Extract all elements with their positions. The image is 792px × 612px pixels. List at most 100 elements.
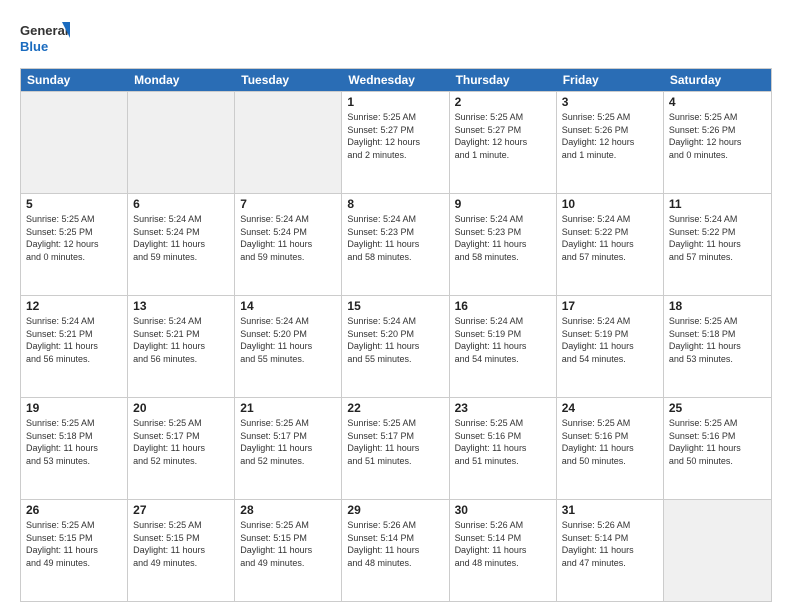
calendar: SundayMondayTuesdayWednesdayThursdayFrid… xyxy=(20,68,772,602)
day-number: 25 xyxy=(669,401,766,415)
cal-cell: 1 Sunrise: 5:25 AM Sunset: 5:27 PM Daylig… xyxy=(342,92,449,193)
day-info: Sunrise: 5:26 AM Sunset: 5:14 PM Dayligh… xyxy=(347,519,443,569)
cal-cell xyxy=(21,92,128,193)
day-number: 11 xyxy=(669,197,766,211)
cal-cell: 16 Sunrise: 5:24 AM Sunset: 5:19 PM Dayli… xyxy=(450,296,557,397)
day-number: 17 xyxy=(562,299,658,313)
day-number: 13 xyxy=(133,299,229,313)
day-info: Sunrise: 5:24 AM Sunset: 5:22 PM Dayligh… xyxy=(669,213,766,263)
cal-cell: 3Sunrise: 5:25 AM Sunset: 5:26 PM Daylig… xyxy=(557,92,664,193)
week-row-1: 5Sunrise: 5:25 AM Sunset: 5:25 PM Daylig… xyxy=(21,193,771,295)
calendar-body: 1 Sunrise: 5:25 AM Sunset: 5:27 PM Daylig… xyxy=(21,91,771,601)
logo-svg: GeneralBlue xyxy=(20,18,70,58)
cal-cell xyxy=(235,92,342,193)
day-number: 1 xyxy=(347,95,443,109)
header-day-thursday: Thursday xyxy=(450,69,557,91)
day-number: 14 xyxy=(240,299,336,313)
day-info: Sunrise: 5:25 AM Sunset: 5:16 PM Dayligh… xyxy=(562,417,658,467)
day-info: Sunrise: 5:25 AM Sunset: 5:16 PM Dayligh… xyxy=(669,417,766,467)
day-info: Sunrise: 5:24 AM Sunset: 5:24 PM Dayligh… xyxy=(133,213,229,263)
cal-cell: 6 Sunrise: 5:24 AM Sunset: 5:24 PM Daylig… xyxy=(128,194,235,295)
day-number: 27 xyxy=(133,503,229,517)
cal-cell: 7 Sunrise: 5:24 AM Sunset: 5:24 PM Daylig… xyxy=(235,194,342,295)
day-info: Sunrise: 5:24 AM Sunset: 5:22 PM Dayligh… xyxy=(562,213,658,263)
cal-cell xyxy=(664,500,771,601)
day-info: Sunrise: 5:24 AM Sunset: 5:20 PM Dayligh… xyxy=(240,315,336,365)
day-info: Sunrise: 5:25 AM Sunset: 5:17 PM Dayligh… xyxy=(133,417,229,467)
day-info: Sunrise: 5:25 AM Sunset: 5:17 PM Dayligh… xyxy=(240,417,336,467)
week-row-4: 26 Sunrise: 5:25 AM Sunset: 5:15 PM Dayli… xyxy=(21,499,771,601)
day-info: Sunrise: 5:25 AM Sunset: 5:27 PM Dayligh… xyxy=(347,111,443,161)
day-info: Sunrise: 5:26 AM Sunset: 5:14 PM Dayligh… xyxy=(562,519,658,569)
day-number: 16 xyxy=(455,299,551,313)
day-number: 10 xyxy=(562,197,658,211)
cal-cell: 18 Sunrise: 5:25 AM Sunset: 5:18 PM Dayli… xyxy=(664,296,771,397)
cal-cell: 30 Sunrise: 5:26 AM Sunset: 5:14 PM Dayli… xyxy=(450,500,557,601)
day-info: Sunrise: 5:25 AM Sunset: 5:18 PM Dayligh… xyxy=(669,315,766,365)
cal-cell: 22Sunrise: 5:25 AM Sunset: 5:17 PM Dayli… xyxy=(342,398,449,499)
day-info: Sunrise: 5:25 AM Sunset: 5:15 PM Dayligh… xyxy=(26,519,122,569)
day-info: Sunrise: 5:25 AM Sunset: 5:25 PM Dayligh… xyxy=(26,213,122,263)
cal-cell: 11 Sunrise: 5:24 AM Sunset: 5:22 PM Dayli… xyxy=(664,194,771,295)
day-number: 24 xyxy=(562,401,658,415)
day-number: 26 xyxy=(26,503,122,517)
header-day-monday: Monday xyxy=(128,69,235,91)
day-number: 19 xyxy=(26,401,122,415)
day-info: Sunrise: 5:25 AM Sunset: 5:16 PM Dayligh… xyxy=(455,417,551,467)
cal-cell: 13 Sunrise: 5:24 AM Sunset: 5:21 PM Dayli… xyxy=(128,296,235,397)
cal-cell: 31 Sunrise: 5:26 AM Sunset: 5:14 PM Dayli… xyxy=(557,500,664,601)
cal-cell: 10 Sunrise: 5:24 AM Sunset: 5:22 PM Dayli… xyxy=(557,194,664,295)
day-number: 29 xyxy=(347,503,443,517)
cal-cell: 23 Sunrise: 5:25 AM Sunset: 5:16 PM Dayli… xyxy=(450,398,557,499)
cal-cell: 26 Sunrise: 5:25 AM Sunset: 5:15 PM Dayli… xyxy=(21,500,128,601)
day-number: 4 xyxy=(669,95,766,109)
day-info: Sunrise: 5:24 AM Sunset: 5:19 PM Dayligh… xyxy=(562,315,658,365)
cal-cell: 12 Sunrise: 5:24 AM Sunset: 5:21 PM Dayli… xyxy=(21,296,128,397)
cal-cell: 29 Sunrise: 5:26 AM Sunset: 5:14 PM Dayli… xyxy=(342,500,449,601)
day-number: 9 xyxy=(455,197,551,211)
header: GeneralBlue xyxy=(20,18,772,58)
logo: GeneralBlue xyxy=(20,18,70,58)
cal-cell: 9Sunrise: 5:24 AM Sunset: 5:23 PM Daylig… xyxy=(450,194,557,295)
day-number: 6 xyxy=(133,197,229,211)
day-info: Sunrise: 5:25 AM Sunset: 5:15 PM Dayligh… xyxy=(133,519,229,569)
day-info: Sunrise: 5:24 AM Sunset: 5:21 PM Dayligh… xyxy=(133,315,229,365)
day-info: Sunrise: 5:24 AM Sunset: 5:24 PM Dayligh… xyxy=(240,213,336,263)
page: GeneralBlue SundayMondayTuesdayWednesday… xyxy=(0,0,792,612)
week-row-3: 19Sunrise: 5:25 AM Sunset: 5:18 PM Dayli… xyxy=(21,397,771,499)
header-day-tuesday: Tuesday xyxy=(235,69,342,91)
cal-cell: 20 Sunrise: 5:25 AM Sunset: 5:17 PM Dayli… xyxy=(128,398,235,499)
day-info: Sunrise: 5:25 AM Sunset: 5:17 PM Dayligh… xyxy=(347,417,443,467)
day-number: 31 xyxy=(562,503,658,517)
header-day-friday: Friday xyxy=(557,69,664,91)
day-number: 12 xyxy=(26,299,122,313)
svg-text:Blue: Blue xyxy=(20,39,48,54)
day-number: 23 xyxy=(455,401,551,415)
day-info: Sunrise: 5:24 AM Sunset: 5:19 PM Dayligh… xyxy=(455,315,551,365)
cal-cell: 15Sunrise: 5:24 AM Sunset: 5:20 PM Dayli… xyxy=(342,296,449,397)
day-number: 2 xyxy=(455,95,551,109)
day-info: Sunrise: 5:25 AM Sunset: 5:27 PM Dayligh… xyxy=(455,111,551,161)
day-info: Sunrise: 5:25 AM Sunset: 5:26 PM Dayligh… xyxy=(669,111,766,161)
day-info: Sunrise: 5:25 AM Sunset: 5:15 PM Dayligh… xyxy=(240,519,336,569)
week-row-0: 1 Sunrise: 5:25 AM Sunset: 5:27 PM Daylig… xyxy=(21,91,771,193)
day-number: 7 xyxy=(240,197,336,211)
day-info: Sunrise: 5:25 AM Sunset: 5:26 PM Dayligh… xyxy=(562,111,658,161)
day-info: Sunrise: 5:26 AM Sunset: 5:14 PM Dayligh… xyxy=(455,519,551,569)
day-number: 15 xyxy=(347,299,443,313)
header-day-saturday: Saturday xyxy=(664,69,771,91)
cal-cell: 8Sunrise: 5:24 AM Sunset: 5:23 PM Daylig… xyxy=(342,194,449,295)
day-number: 8 xyxy=(347,197,443,211)
cal-cell: 14 Sunrise: 5:24 AM Sunset: 5:20 PM Dayli… xyxy=(235,296,342,397)
cal-cell: 28Sunrise: 5:25 AM Sunset: 5:15 PM Dayli… xyxy=(235,500,342,601)
day-info: Sunrise: 5:24 AM Sunset: 5:21 PM Dayligh… xyxy=(26,315,122,365)
header-day-sunday: Sunday xyxy=(21,69,128,91)
cal-cell: 25 Sunrise: 5:25 AM Sunset: 5:16 PM Dayli… xyxy=(664,398,771,499)
header-day-wednesday: Wednesday xyxy=(342,69,449,91)
cal-cell xyxy=(128,92,235,193)
day-number: 20 xyxy=(133,401,229,415)
calendar-header: SundayMondayTuesdayWednesdayThursdayFrid… xyxy=(21,69,771,91)
cal-cell: 27 Sunrise: 5:25 AM Sunset: 5:15 PM Dayli… xyxy=(128,500,235,601)
day-number: 30 xyxy=(455,503,551,517)
day-number: 18 xyxy=(669,299,766,313)
